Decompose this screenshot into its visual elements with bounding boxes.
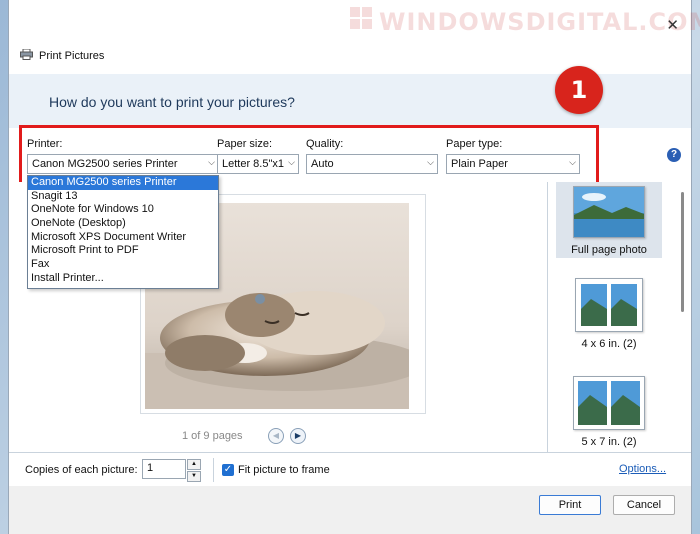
printer-option[interactable]: OneNote for Windows 10 [28, 203, 218, 217]
cancel-button[interactable]: Cancel [613, 495, 675, 515]
bottom-options-bar: Copies of each picture: 1 ▲ ▼ ✓ Fit pict… [9, 452, 691, 487]
printer-select[interactable]: Canon MG2500 series Printer ⌵ [27, 154, 219, 174]
close-icon[interactable]: ✕ [666, 18, 679, 33]
copies-label: Copies of each picture: [25, 464, 138, 476]
print-button[interactable]: Print [539, 495, 601, 515]
layout-label: Full page photo [571, 244, 647, 256]
quality-select[interactable]: Auto ⌵ [306, 154, 438, 174]
divider [213, 458, 214, 482]
spin-down-icon[interactable]: ▼ [187, 471, 201, 482]
spin-up-icon[interactable]: ▲ [187, 459, 201, 470]
layout-5x7[interactable]: 5 x 7 in. (2) [556, 376, 662, 448]
copies-spinner: ▲ ▼ [187, 459, 201, 482]
printer-option[interactable]: Microsoft XPS Document Writer [28, 231, 218, 245]
paper-type-select-value: Plain Paper [451, 158, 508, 170]
window-title: Print Pictures [39, 50, 105, 62]
printer-option[interactable]: Microsoft Print to PDF [28, 244, 218, 258]
full-page-thumbnail [573, 186, 645, 238]
next-page-button[interactable]: ▶ [290, 428, 306, 444]
printer-label: Printer: [27, 138, 63, 150]
chevron-down-icon: ⌵ [208, 157, 215, 167]
printer-option[interactable]: Canon MG2500 series Printer [28, 176, 218, 190]
previous-page-button[interactable]: ◀ [268, 428, 284, 444]
step-number-badge: 1 [555, 66, 603, 114]
printer-select-value: Canon MG2500 series Printer [32, 158, 178, 170]
layout-pane: Full page photo 4 x 6 in. (2) 5 x 7 in. … [547, 182, 686, 452]
printer-option[interactable]: Fax [28, 258, 218, 272]
layout-scrollbar[interactable] [681, 192, 684, 312]
layout-label: 5 x 7 in. (2) [581, 436, 637, 448]
printer-option[interactable]: Install Printer... [28, 272, 218, 286]
options-link[interactable]: Options... [619, 463, 666, 475]
layout-4x6[interactable]: 4 x 6 in. (2) [556, 278, 662, 350]
paper-size-select[interactable]: Letter 8.5"x1 ⌵ [217, 154, 299, 174]
page-counter: 1 of 9 pages [182, 430, 243, 442]
help-icon[interactable]: ? [667, 148, 681, 162]
quality-select-value: Auto [311, 158, 334, 170]
printer-option[interactable]: Snagit 13 [28, 190, 218, 204]
layout-full-page-photo[interactable]: Full page photo [556, 182, 662, 258]
copies-input[interactable]: 1 [142, 459, 186, 479]
chevron-down-icon: ⌵ [569, 157, 576, 167]
layout-label: 4 x 6 in. (2) [581, 338, 637, 350]
printer-option[interactable]: OneNote (Desktop) [28, 217, 218, 231]
chevron-down-icon: ⌵ [288, 157, 295, 167]
paper-type-label: Paper type: [446, 138, 503, 150]
watermark-logo-icon [350, 7, 372, 29]
4x6-thumbnail [575, 278, 643, 332]
watermark: WINDOWSDIGITAL.COM [379, 8, 700, 36]
print-pictures-dialog: WINDOWSDIGITAL.COM ✕ Print Pictures How … [8, 0, 700, 534]
fit-picture-checkbox[interactable]: ✓ [222, 464, 234, 476]
paper-size-label: Paper size: [217, 138, 273, 150]
title-bar: Print Pictures [9, 38, 691, 70]
chevron-down-icon: ⌵ [427, 157, 434, 167]
printer-icon [20, 49, 33, 60]
5x7-thumbnail [573, 376, 645, 430]
dialog-question: How do you want to print your pictures? [49, 94, 295, 110]
dialog-footer: Print Cancel [9, 486, 691, 534]
paper-size-select-value: Letter 8.5"x1 [222, 158, 284, 170]
quality-label: Quality: [306, 138, 344, 150]
printer-dropdown-list: Canon MG2500 series Printer Snagit 13 On… [27, 175, 219, 289]
paper-type-select[interactable]: Plain Paper ⌵ [446, 154, 580, 174]
fit-picture-label: Fit picture to frame [238, 464, 330, 476]
print-options-row: Printer: Canon MG2500 series Printer ⌵ P… [9, 128, 691, 182]
